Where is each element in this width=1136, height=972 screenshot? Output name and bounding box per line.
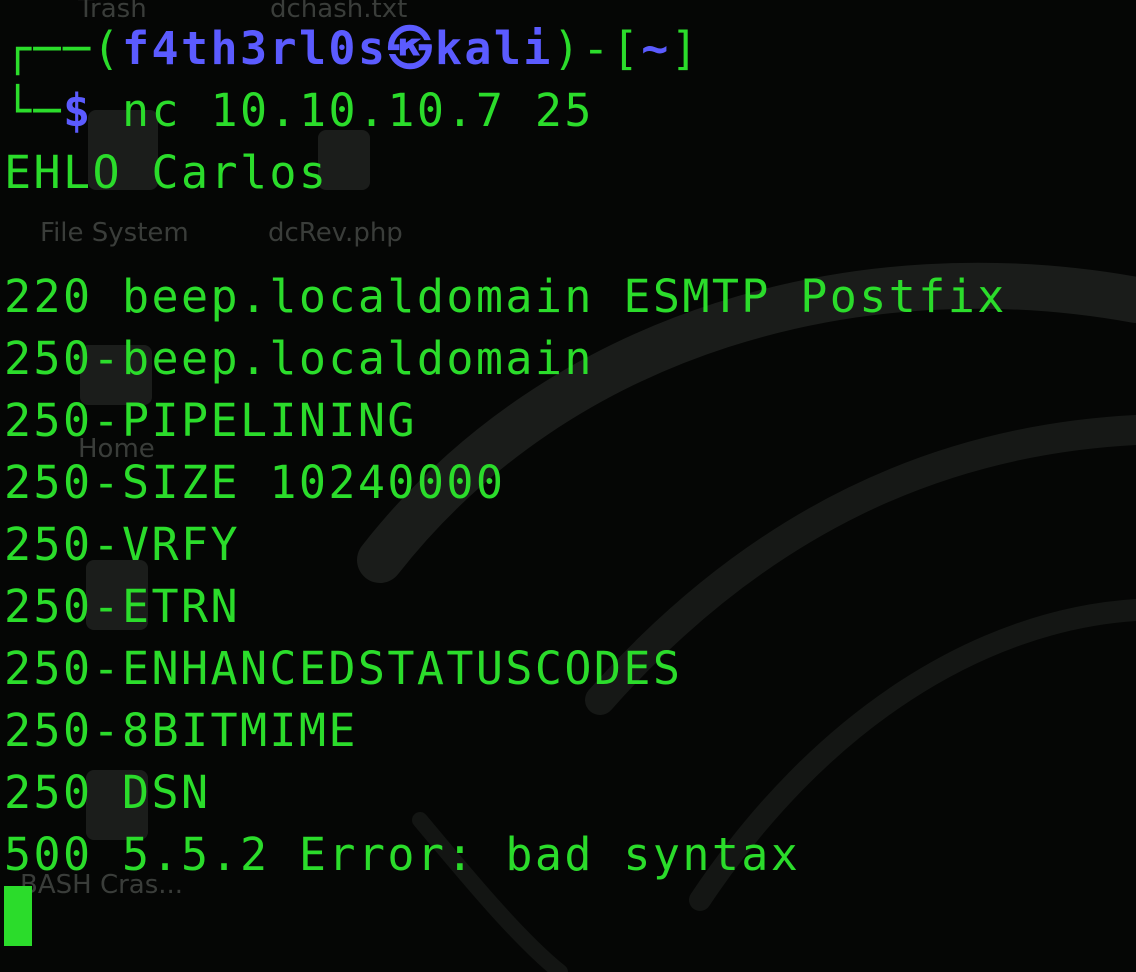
output-line: 250-ENHANCEDSTATUSCODES — [4, 642, 683, 695]
output-line: 250-8BITMIME — [4, 704, 358, 757]
prompt-cwd: ~ — [641, 22, 671, 75]
prompt-user: f4th3rl0s — [121, 22, 388, 75]
output-line: 220 beep.localdomain ESMTP Postfix — [4, 270, 1007, 323]
command-text: nc 10.10.10.7 25 — [122, 84, 594, 137]
output-line: 250-VRFY — [4, 518, 240, 571]
output-line: 250 DSN — [4, 766, 211, 819]
terminal[interactable]: ┌──(f4th3rl0s㉿kali)-[~] └─$ nc 10.10.10.… — [0, 0, 1136, 972]
prompt-frame-open: ┌──( — [4, 22, 122, 75]
prompt-frame-mid: )-[ — [552, 22, 642, 75]
prompt-frame-lower: └─ — [4, 84, 63, 137]
prompt-host: kali — [434, 22, 553, 75]
output-line: EHLO Carlos — [4, 146, 329, 199]
output-line: 500 5.5.2 Error: bad syntax — [4, 828, 801, 881]
prompt-line-2: └─$ nc 10.10.10.7 25 — [4, 88, 594, 133]
prompt-line-1: ┌──(f4th3rl0s㉿kali)-[~] — [4, 26, 700, 71]
prompt-dollar: $ — [63, 84, 93, 137]
screen: Trash dchash.txt File System dcRev.php H… — [0, 0, 1136, 972]
kali-separator-icon: ㉿ — [387, 22, 435, 75]
prompt-frame-close: ] — [670, 22, 701, 75]
output-line: 250-SIZE 10240000 — [4, 456, 506, 509]
terminal-cursor[interactable] — [4, 886, 32, 946]
output-line: 250-ETRN — [4, 580, 240, 633]
output-line: 250-beep.localdomain — [4, 332, 594, 385]
output-line: 250-PIPELINING — [4, 394, 417, 447]
